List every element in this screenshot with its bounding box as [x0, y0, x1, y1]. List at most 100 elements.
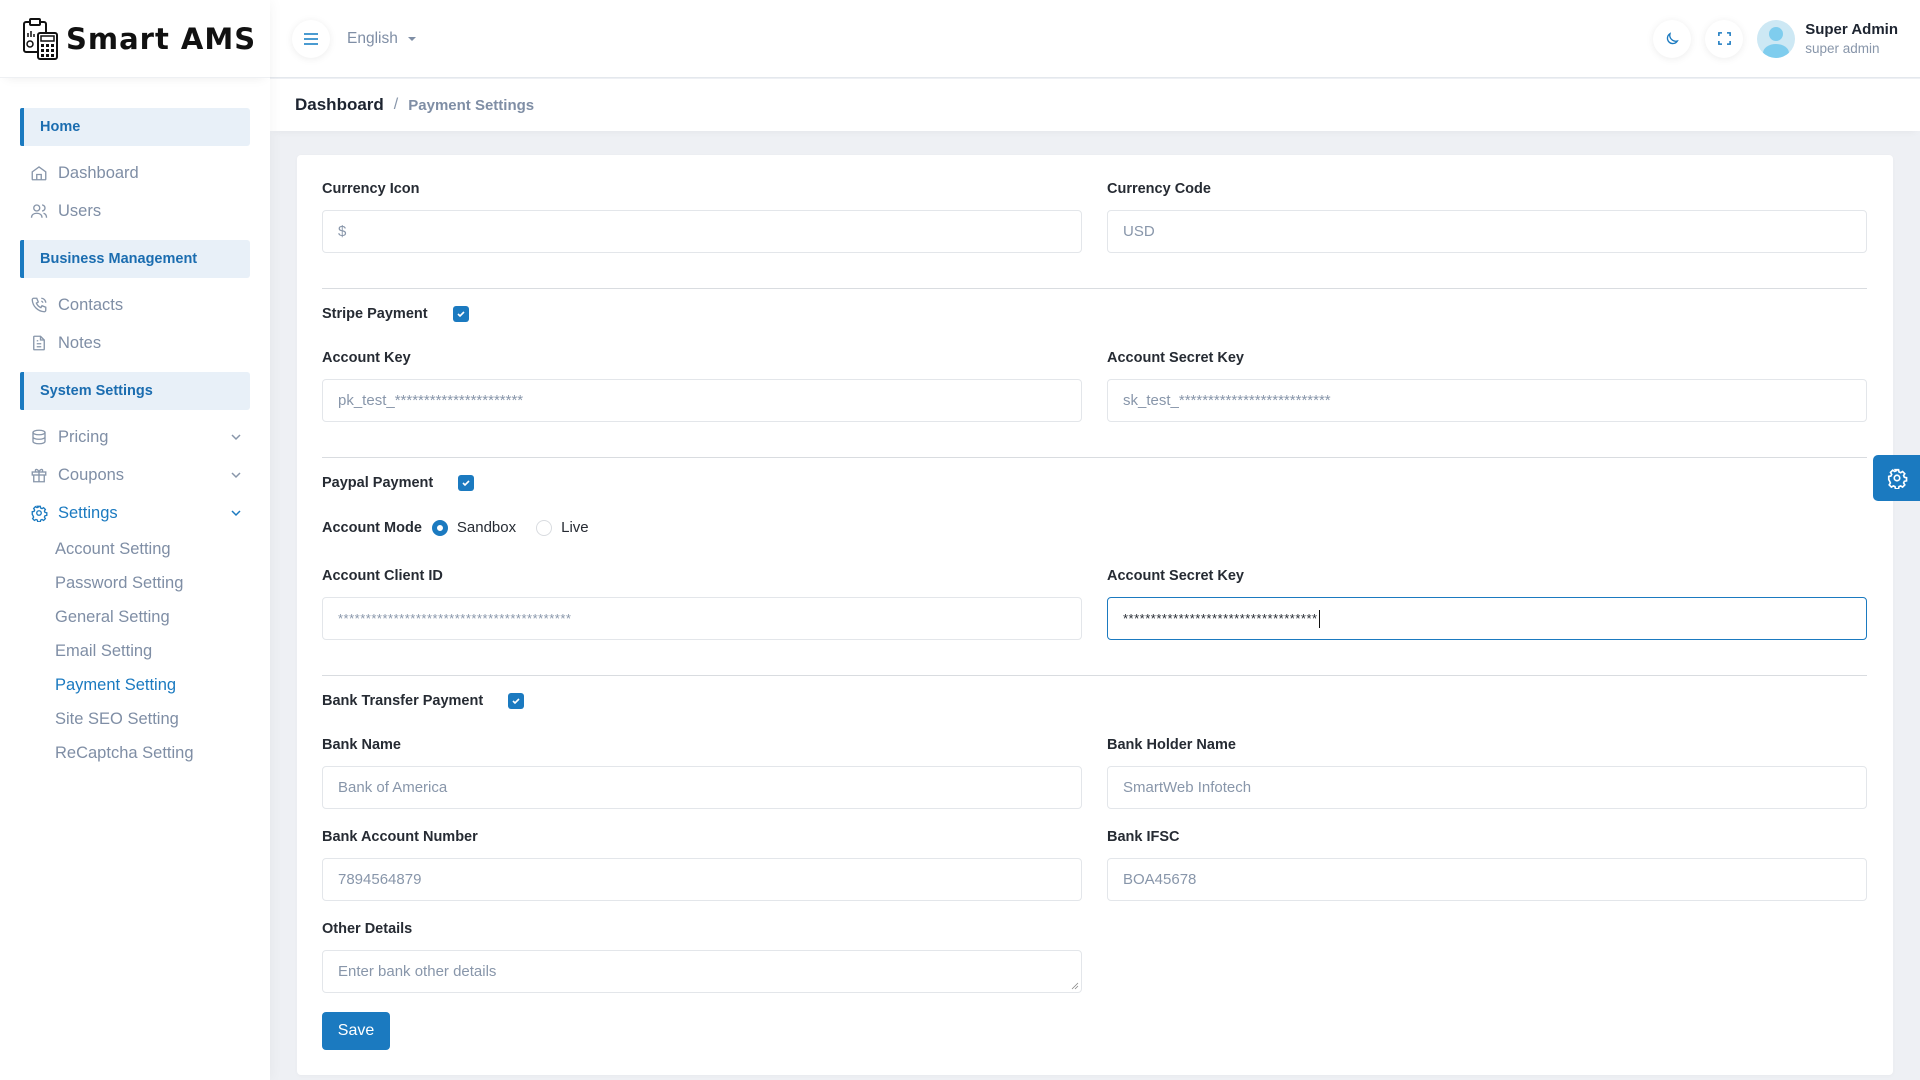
sidebar-item-label: Settings [58, 503, 118, 522]
payment-settings-card: Currency Icon $ Currency Code USD Stripe… [297, 155, 1893, 1075]
users-icon [30, 202, 48, 220]
fullscreen-button[interactable] [1705, 19, 1744, 58]
currency-code-label: Currency Code [1107, 181, 1211, 197]
sandbox-radio-label[interactable]: Sandbox [457, 519, 516, 536]
brand-logo[interactable]: Smart AMS [0, 0, 270, 78]
paypal-client-id-input[interactable]: ****************************************… [322, 597, 1082, 640]
file-icon [30, 334, 48, 352]
submenu-email-setting[interactable]: Email Setting [0, 634, 270, 668]
sidebar-item-notes[interactable]: Notes [0, 324, 270, 362]
menu-toggle-button[interactable] [292, 19, 330, 58]
check-icon [462, 480, 470, 487]
sidebar-item-settings[interactable]: Settings [0, 494, 270, 532]
currency-code-input[interactable]: USD [1107, 210, 1867, 253]
sidebar-item-pricing[interactable]: Pricing [0, 418, 270, 456]
stripe-secret-key-label: Account Secret Key [1107, 350, 1244, 366]
breadcrumb-separator: / [393, 96, 399, 113]
stripe-secret-key-input[interactable]: sk_test_************************** [1107, 379, 1867, 422]
live-radio[interactable] [536, 519, 553, 536]
currency-icon-input[interactable]: $ [322, 210, 1082, 253]
paypal-secret-key-value: *********************************** [1123, 611, 1318, 626]
sidebar-item-label: Coupons [58, 465, 125, 484]
sidebar: Smart AMS Home Dashboard Users Business … [0, 0, 270, 1080]
submenu-account-setting[interactable]: Account Setting [0, 532, 270, 566]
sandbox-radio[interactable] [431, 519, 448, 536]
paypal-secret-key-input[interactable]: *********************************** [1107, 597, 1867, 640]
save-button[interactable]: Save [322, 1012, 390, 1050]
bank-account-number-label: Bank Account Number [322, 829, 478, 845]
customizer-toggle-button[interactable] [1873, 455, 1920, 501]
paypal-secret-key-label: Account Secret Key [1107, 568, 1244, 584]
stripe-payment-checkbox[interactable] [452, 306, 469, 322]
paypal-toggle-row: Paypal Payment [322, 475, 475, 491]
database-icon [30, 428, 48, 446]
sidebar-item-coupons[interactable]: Coupons [0, 456, 270, 494]
submenu-site-seo-setting[interactable]: Site SEO Setting [0, 702, 270, 736]
settings-submenu: Account Setting Password Setting General… [0, 532, 270, 770]
divider [322, 457, 1867, 458]
paypal-payment-checkbox[interactable] [458, 475, 475, 491]
submenu-payment-setting[interactable]: Payment Setting [0, 668, 270, 702]
account-mode-label: Account Mode [322, 519, 422, 536]
submenu-recaptcha-setting[interactable]: ReCaptcha Setting [0, 736, 270, 770]
bank-ifsc-input[interactable]: BOA45678 [1107, 858, 1867, 901]
gear-icon [1887, 468, 1907, 489]
sidebar-item-label: Pricing [58, 427, 109, 446]
top-header: English Super Admin super admin [270, 0, 1920, 78]
submenu-general-setting[interactable]: General Setting [0, 600, 270, 634]
bank-holder-name-label: Bank Holder Name [1107, 737, 1236, 753]
breadcrumb-current: Payment Settings [408, 96, 535, 114]
header-actions: Super Admin super admin [1639, 19, 1920, 58]
sidebar-item-label: Dashboard [58, 163, 139, 182]
user-name: Super Admin [1805, 21, 1898, 38]
text-cursor [1318, 609, 1320, 628]
divider [322, 675, 1867, 676]
stripe-account-key-input[interactable]: pk_test_********************** [322, 379, 1082, 422]
currency-icon-label: Currency Icon [322, 181, 420, 197]
moon-icon [1666, 31, 1679, 44]
sidebar-nav: Home Dashboard Users Business Management… [0, 78, 270, 770]
chevron-down-icon [231, 434, 241, 441]
other-details-label: Other Details [322, 921, 413, 937]
bank-name-input[interactable]: Bank of America [322, 766, 1082, 809]
gear-icon [30, 504, 48, 522]
bank-holder-name-input[interactable]: SmartWeb Infotech [1107, 766, 1867, 809]
divider [322, 288, 1867, 289]
submenu-password-setting[interactable]: Password Setting [0, 566, 270, 600]
user-info[interactable]: Super Admin super admin [1805, 21, 1898, 56]
bank-toggle-row: Bank Transfer Payment [322, 693, 525, 709]
breadcrumb-dashboard[interactable]: Dashboard [295, 95, 384, 115]
section-business-management: Business Management [20, 240, 250, 278]
sidebar-item-label: Users [58, 201, 102, 220]
stripe-account-key-label: Account Key [322, 350, 411, 366]
paypal-payment-label: Paypal Payment [322, 475, 434, 491]
live-radio-label[interactable]: Live [561, 519, 589, 536]
section-system-settings: System Settings [20, 372, 250, 410]
sidebar-item-label: Contacts [58, 295, 124, 314]
bank-account-number-input[interactable]: 7894564879 [322, 858, 1082, 901]
sidebar-item-label: Notes [58, 333, 102, 352]
bank-transfer-checkbox[interactable] [508, 693, 525, 709]
check-icon [457, 311, 465, 318]
breadcrumb: Dashboard / Payment Settings [270, 79, 1920, 131]
phone-icon [30, 296, 48, 314]
sidebar-item-contacts[interactable]: Contacts [0, 286, 270, 324]
bank-transfer-label: Bank Transfer Payment [322, 693, 484, 709]
section-home: Home [20, 108, 250, 146]
chevron-down-icon [231, 472, 241, 479]
language-dropdown[interactable]: English [347, 30, 416, 48]
gift-icon [30, 466, 48, 484]
dark-mode-button[interactable] [1653, 19, 1692, 58]
chevron-down-icon [231, 510, 241, 517]
avatar[interactable] [1757, 19, 1796, 58]
resize-handle-icon[interactable] [1071, 982, 1079, 990]
user-avatar-icon [1763, 26, 1790, 58]
other-details-textarea[interactable]: Enter bank other details [322, 950, 1082, 993]
account-mode-row: Account Mode Sandbox Live [322, 519, 609, 536]
sidebar-item-dashboard[interactable]: Dashboard [0, 154, 270, 192]
fullscreen-icon [1717, 32, 1731, 45]
stripe-toggle-row: Stripe Payment [322, 306, 469, 322]
check-icon [512, 698, 520, 705]
sidebar-item-users[interactable]: Users [0, 192, 270, 230]
stripe-payment-label: Stripe Payment [322, 306, 428, 322]
